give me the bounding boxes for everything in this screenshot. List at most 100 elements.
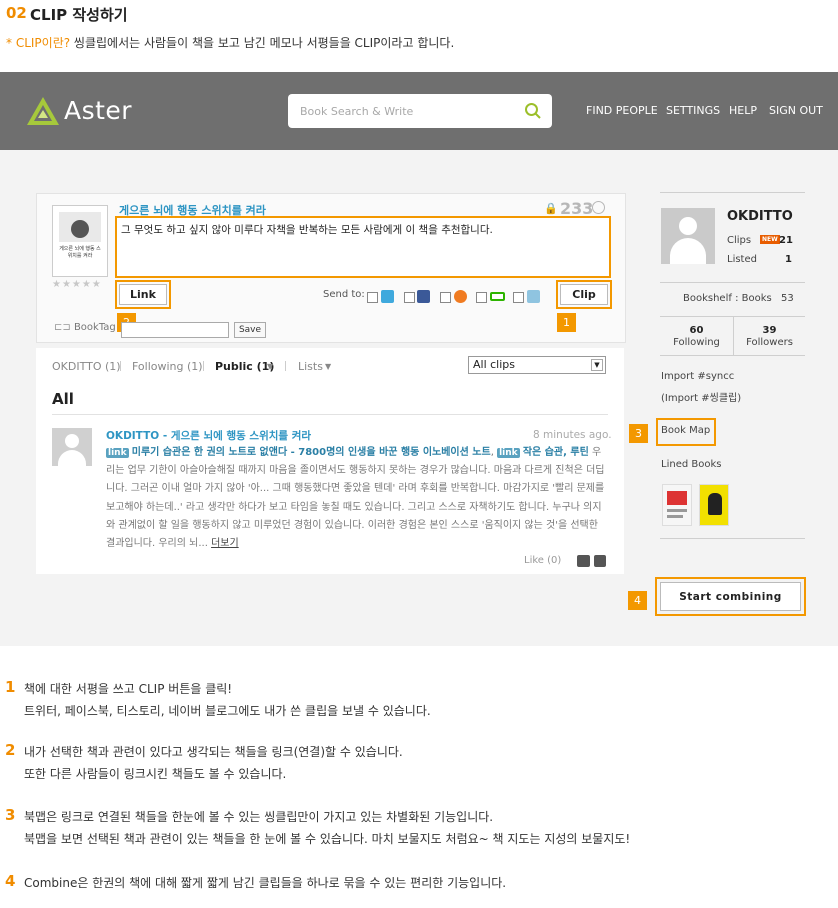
naver-checkbox[interactable]: [476, 292, 487, 303]
tab-separator: [203, 361, 204, 371]
booktag-save-button[interactable]: Save: [234, 322, 266, 338]
listed-label[interactable]: Listed: [727, 254, 757, 265]
nav-find-people[interactable]: FIND PEOPLE: [586, 104, 658, 117]
following-count[interactable]: 60: [660, 325, 733, 336]
section-subtitle: * CLIP이란? 씽클립에서는 사람들이 책을 보고 남긴 메모나 서평들을 …: [6, 34, 454, 51]
clip-filter-select[interactable]: All clips ▼: [468, 356, 606, 374]
clip-textarea[interactable]: 그 무엇도 하고 싶지 않아 미루다 자책을 반복하는 모든 사람에게 이 책을…: [121, 222, 603, 272]
profile-avatar[interactable]: [661, 208, 715, 264]
tab-okditto[interactable]: OKDITTO (1): [52, 360, 121, 373]
tab-separator: [285, 361, 286, 371]
search-icon[interactable]: [524, 102, 542, 120]
clip-filter-value: All clips: [473, 358, 516, 371]
clip-header[interactable]: OKDITTO - 게으른 뇌에 행동 스위치를 켜라: [106, 428, 311, 443]
lined-books-label: Lined Books: [661, 459, 722, 470]
clip-text: 우리는 업무 기한이 아슬아슬해질 때까지 마음을 졸이면서도 행동하지 못하는…: [106, 447, 605, 550]
book-cover-image[interactable]: 게으른 뇌에 행동 스위치를 켜라: [52, 205, 108, 277]
search-box[interactable]: [288, 94, 552, 128]
linked-book-1[interactable]: 미루기 습관은 한 권의 노트로 없앤다 - 7800명의 인생을 바꾼 행동 …: [132, 447, 491, 458]
sidebar-divider: [660, 282, 805, 283]
book-map-link[interactable]: Book Map: [661, 425, 710, 436]
chevron-down-icon[interactable]: ▼: [325, 362, 331, 371]
avatar[interactable]: [52, 428, 92, 466]
tab-public[interactable]: Public (1): [215, 360, 274, 373]
clock-icon: [592, 201, 605, 214]
nav-help[interactable]: HELP: [729, 104, 757, 117]
profile-username[interactable]: OKDITTO: [727, 209, 793, 224]
twitter-share-icon[interactable]: [577, 555, 590, 567]
tab-separator: [120, 361, 121, 371]
facebook-share-icon[interactable]: [594, 555, 606, 567]
note-number: 2: [5, 741, 16, 759]
tab-following[interactable]: Following (1): [132, 360, 203, 373]
follow-divider: [733, 316, 734, 356]
facebook-icon: [417, 290, 430, 303]
note-number: 4: [5, 872, 16, 890]
clips-count: 21: [779, 235, 793, 246]
bookshelf-count: 53: [781, 293, 794, 304]
lined-book-cover[interactable]: [699, 484, 729, 526]
nav-settings[interactable]: SETTINGS: [666, 104, 720, 117]
import-thinkclip-link[interactable]: (Import #씽클립): [661, 389, 741, 404]
link-tag: link: [497, 448, 520, 458]
other-share-checkbox[interactable]: [513, 292, 524, 303]
linked-book-2[interactable]: 작은 습관, 루틴: [523, 447, 589, 458]
note-line: 북맵은 링크로 연결된 책들을 한눈에 볼 수 있는 씽클립만이 가지고 있는 …: [24, 810, 494, 824]
note-number: 1: [5, 678, 16, 696]
note-line: Combine은 한권의 책에 대해 짧게 짧게 남긴 클립들을 하나로 묶을 …: [24, 876, 507, 890]
feed-divider: [52, 414, 608, 415]
share-person-icon: [527, 290, 540, 303]
note-line: 내가 선택한 책과 관련이 있다고 생각되는 책들을 링크(연결)할 수 있습니…: [24, 745, 403, 759]
section-title: CLIP 작성하기: [30, 6, 128, 24]
clip-button[interactable]: Clip: [560, 284, 608, 305]
tistory-icon: [454, 290, 467, 303]
rating-stars[interactable]: ★★★★★: [52, 279, 102, 290]
nav-sign-out[interactable]: SIGN OUT: [769, 104, 823, 117]
callout-badge-1: 1: [557, 313, 576, 332]
link-button[interactable]: Link: [119, 284, 167, 305]
followers-count[interactable]: 39: [734, 325, 805, 336]
sidebar-divider: [660, 538, 805, 539]
start-combining-button[interactable]: Start combining: [660, 582, 801, 611]
send-to-label: Send to:: [323, 289, 365, 300]
tag-icon: ⊏⊐: [54, 322, 74, 333]
app-logo-text[interactable]: Aster: [64, 96, 132, 125]
booktag-label: ⊏⊐ BookTag: [54, 322, 116, 333]
followers-label[interactable]: Followers: [734, 337, 805, 348]
import-syncc-link[interactable]: Import #syncc: [661, 371, 734, 382]
link-tag: link: [106, 448, 129, 458]
lined-book-cover[interactable]: [662, 484, 692, 526]
feed-heading: All: [52, 390, 74, 408]
note-number: 3: [5, 806, 16, 824]
search-input[interactable]: [300, 102, 510, 120]
following-label[interactable]: Following: [660, 337, 733, 348]
twitter-icon: [381, 290, 394, 303]
booktag-label-text: BookTag: [73, 322, 116, 333]
callout-badge-4: 4: [628, 591, 647, 610]
tistory-checkbox[interactable]: [440, 292, 451, 303]
note-line: 책에 대한 서평을 쓰고 CLIP 버튼을 클릭!: [24, 682, 233, 696]
tab-lists[interactable]: Lists: [298, 360, 323, 373]
clip-timestamp: 8 minutes ago.: [533, 429, 612, 441]
subtitle-text: 씽클립에서는 사람들이 책을 보고 남긴 메모나 서평들을 CLIP이라고 합니…: [70, 36, 455, 50]
clips-label[interactable]: Clips: [727, 235, 751, 246]
like-button[interactable]: Like (0): [524, 555, 561, 566]
callout-badge-3: 3: [629, 424, 648, 443]
lock-icon: 🔒: [544, 202, 558, 215]
new-badge: NEW: [760, 235, 780, 244]
clip-body: link 미루기 습관은 한 권의 노트로 없앤다 - 7800명의 인생을 바…: [106, 447, 605, 550]
clip-textarea-highlight: 그 무엇도 하고 싶지 않아 미루다 자책을 반복하는 모든 사람에게 이 책을…: [115, 216, 611, 278]
subtitle-highlight: * CLIP이란?: [6, 36, 71, 50]
read-more-link[interactable]: 더보기: [211, 538, 239, 549]
note-line: 또한 다른 사람들이 링크시킨 책들도 볼 수 있습니다.: [24, 767, 287, 781]
facebook-checkbox[interactable]: [404, 292, 415, 303]
select-arrow-icon: ▼: [591, 359, 603, 371]
sidebar-divider: [660, 192, 805, 193]
naver-blog-icon: [490, 292, 505, 301]
section-number: 02: [6, 4, 27, 22]
chevron-down-icon[interactable]: ▼: [267, 362, 273, 371]
bookshelf-label[interactable]: Bookshelf : Books: [683, 293, 772, 304]
twitter-checkbox[interactable]: [367, 292, 378, 303]
booktag-input[interactable]: [121, 322, 229, 338]
note-line: 트위터, 페이스북, 티스토리, 네이버 블로그에도 내가 쓴 클립을 보낼 수…: [24, 704, 431, 718]
